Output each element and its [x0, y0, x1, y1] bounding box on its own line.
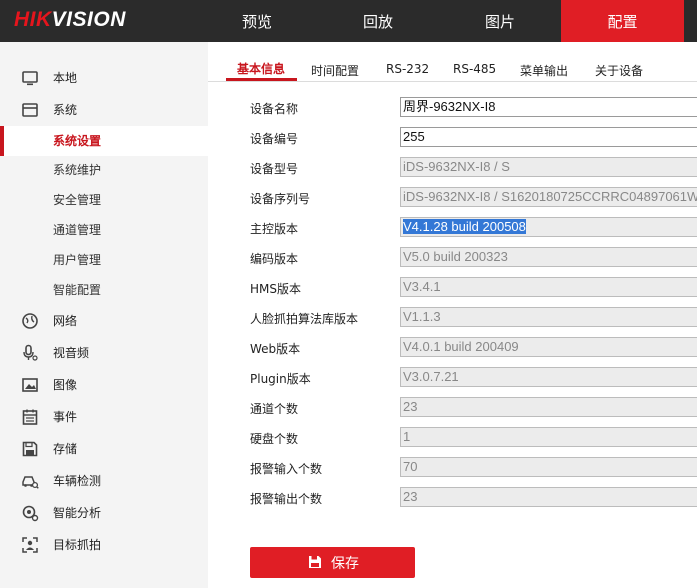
- alarm-input-count-label: 报警输入个数: [250, 462, 323, 476]
- floppy-disk-icon: [22, 441, 38, 457]
- nav-picture[interactable]: 图片: [450, 0, 550, 42]
- serial-number-field: iDS-9632NX-I8 / S1620180725CCRRC04897061…: [400, 187, 697, 207]
- selected-text: V4.1.28 build 200508: [403, 219, 526, 234]
- web-version-label: Web版本: [250, 342, 301, 356]
- sidebar-item-label: 网络: [53, 314, 78, 328]
- top-nav-bar: HIKVISION 预览 回放 图片 配置: [0, 0, 697, 42]
- plugin-version-field: V3.0.7.21: [400, 367, 697, 387]
- tab-rs232[interactable]: RS-232: [386, 62, 429, 76]
- device-name-label: 设备名称: [250, 102, 299, 116]
- microphone-icon: [23, 344, 38, 361]
- encoding-version-field: V5.0 build 200323: [400, 247, 697, 267]
- sidebar-item-smart-config[interactable]: 智能配置: [0, 275, 208, 305]
- device-model-field: iDS-9632NX-I8 / S: [400, 157, 697, 177]
- nav-preview[interactable]: 预览: [208, 0, 306, 42]
- sidebar-item-label: 车辆检测: [53, 474, 102, 488]
- sidebar-item-label: 存储: [53, 442, 78, 456]
- alarm-output-count-label: 报警输出个数: [250, 492, 323, 506]
- monitor-icon: [22, 71, 38, 86]
- sidebar-item-label: 智能分析: [53, 506, 102, 520]
- alarm-output-count-field: 23: [400, 487, 697, 507]
- serial-number-label: 设备序列号: [250, 192, 311, 206]
- save-disk-icon: [309, 556, 321, 568]
- channel-count-field: 23: [400, 397, 697, 417]
- sidebar-item-system-maintenance[interactable]: 系统维护: [0, 155, 208, 185]
- sidebar-item-event[interactable]: 事件: [0, 402, 208, 432]
- sidebar-item-local[interactable]: 本地: [0, 63, 208, 93]
- sidebar-item-smart-analysis[interactable]: 智能分析: [0, 498, 208, 528]
- save-button[interactable]: 保存: [250, 547, 415, 578]
- sidebar-item-security[interactable]: 安全管理: [0, 185, 208, 215]
- tab-basic-info[interactable]: 基本信息: [237, 60, 285, 77]
- globe-icon: [22, 313, 38, 329]
- encoding-version-label: 编码版本: [250, 252, 299, 266]
- tab-rs485[interactable]: RS-485: [453, 62, 496, 76]
- sidebar-item-label: 系统: [53, 103, 78, 117]
- active-tab-indicator: [226, 78, 297, 81]
- tab-menu-output[interactable]: 菜单输出: [520, 62, 568, 79]
- vehicle-search-icon: [22, 476, 39, 489]
- sidebar-item-system-settings[interactable]: 系统设置: [0, 126, 208, 156]
- device-name-field[interactable]: 周界-9632NX-I8: [400, 97, 697, 117]
- hdd-count-field: 1: [400, 427, 697, 447]
- hdd-count-label: 硬盘个数: [250, 432, 299, 446]
- sidebar-item-label: 视音频: [53, 346, 90, 360]
- hms-version-field: V3.4.1: [400, 277, 697, 297]
- calendar-icon: [22, 409, 38, 425]
- image-icon: [22, 378, 38, 392]
- target-capture-icon: [22, 537, 38, 553]
- sidebar-item-user[interactable]: 用户管理: [0, 245, 208, 275]
- firmware-version-field: V4.1.28 build 200508: [400, 217, 697, 237]
- nav-playback[interactable]: 回放: [329, 0, 427, 42]
- device-model-label: 设备型号: [250, 162, 299, 176]
- device-number-label: 设备编号: [250, 132, 299, 146]
- smart-analysis-icon: [22, 505, 39, 522]
- tab-time-config[interactable]: 时间配置: [311, 62, 359, 79]
- hms-version-label: HMS版本: [250, 282, 301, 296]
- web-version-field: V4.0.1 build 200409: [400, 337, 697, 357]
- sidebar-item-network[interactable]: 网络: [0, 306, 208, 336]
- sidebar-item-label: 目标抓拍: [53, 538, 102, 552]
- tab-about-device[interactable]: 关于设备: [595, 62, 643, 79]
- system-window-icon: [22, 103, 38, 117]
- sidebar-item-image[interactable]: 图像: [0, 370, 208, 400]
- sidebar-item-storage[interactable]: 存储: [0, 434, 208, 464]
- plugin-version-label: Plugin版本: [250, 372, 311, 386]
- sidebar-item-label: 图像: [53, 378, 78, 392]
- sidebar-item-label: 本地: [53, 71, 78, 85]
- sidebar-item-av[interactable]: 视音频: [0, 338, 208, 368]
- firmware-version-label: 主控版本: [250, 222, 299, 236]
- face-algorithm-version-field: V1.1.3: [400, 307, 697, 327]
- face-algorithm-version-label: 人脸抓拍算法库版本: [250, 312, 359, 326]
- channel-count-label: 通道个数: [250, 402, 299, 416]
- sidebar-item-label: 事件: [53, 410, 78, 424]
- sidebar-item-target-capture[interactable]: 目标抓拍: [0, 530, 208, 560]
- alarm-input-count-field: 70: [400, 457, 697, 477]
- nav-config[interactable]: 配置: [561, 0, 684, 42]
- sidebar-item-system[interactable]: 系统: [0, 95, 208, 125]
- sidebar-item-channel[interactable]: 通道管理: [0, 215, 208, 245]
- sidebar-item-vehicle-detection[interactable]: 车辆检测: [0, 466, 208, 496]
- save-button-label: 保存: [331, 556, 359, 572]
- hikvision-logo: HIKVISION: [14, 8, 126, 31]
- device-number-field[interactable]: 255: [400, 127, 697, 147]
